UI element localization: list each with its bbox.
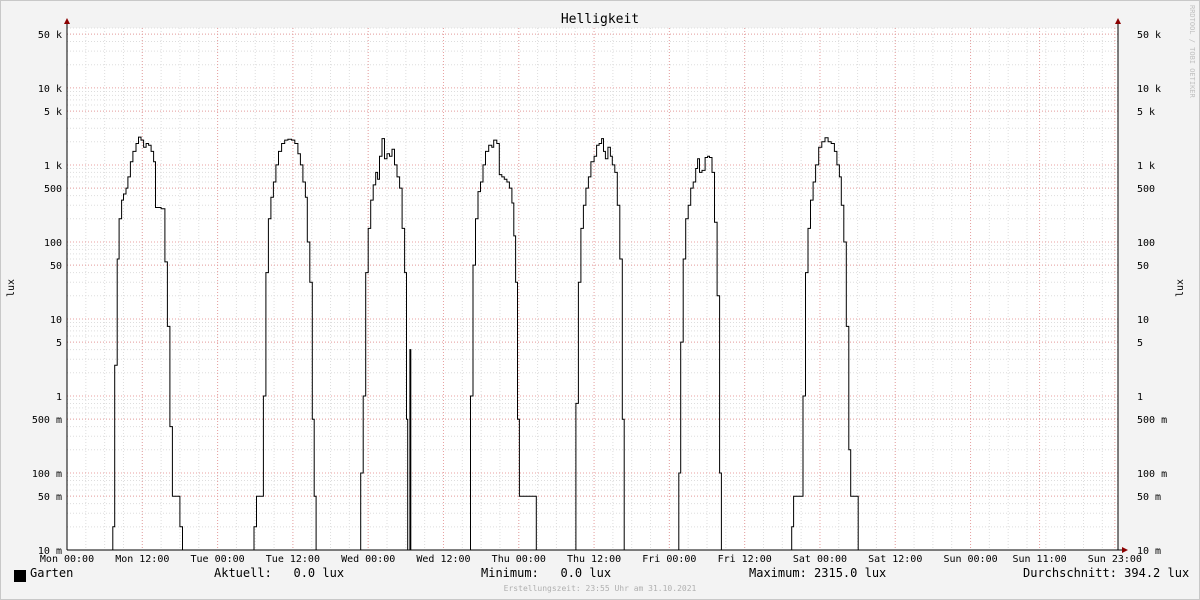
plot-area xyxy=(67,28,1118,550)
y-axis-label-left: lux xyxy=(6,279,17,297)
y-tick-label-left: 50 m xyxy=(38,492,62,503)
x-tick-label: Sat 00:00 xyxy=(793,554,847,565)
x-tick-label: Sat 12:00 xyxy=(868,554,922,565)
chart-title: Helligkeit xyxy=(561,12,639,27)
x-tick-label: Wed 00:00 xyxy=(341,554,395,565)
y-tick-label-left: 50 xyxy=(50,261,62,272)
y-tick-label-right: 5 xyxy=(1137,338,1143,349)
x-tick-label: Mon 12:00 xyxy=(115,554,169,565)
x-tick-label: Sun 00:00 xyxy=(943,554,997,565)
legend-maximum: Maximum: 2315.0 lux xyxy=(749,566,887,580)
x-tick-label: Sun 23:00 xyxy=(1088,554,1142,565)
y-tick-label-left: 5 k xyxy=(44,107,62,118)
y-tick-label-right: 500 m xyxy=(1137,415,1167,426)
legend-durchschnitt: Durchschnitt: 394.2 lux xyxy=(1023,566,1190,580)
x-tick-label: Tue 12:00 xyxy=(266,554,320,565)
y-axis-arrow-left xyxy=(64,18,70,24)
chart-plot: 50 k 50 k 10 k 10 k 5 k 5 k 1 k 1 k 500 500 100 100… xyxy=(6,12,1186,565)
y-tick-label-right: 10 xyxy=(1137,315,1149,326)
y-tick-label-left: 100 m xyxy=(32,469,62,480)
watermark: RRDTOOL / TOBI OETIKER xyxy=(1188,5,1196,98)
x-tick-label: Thu 12:00 xyxy=(567,554,621,565)
y-tick-label-left: 50 k xyxy=(38,30,62,41)
y-tick-label-right: 5 k xyxy=(1137,107,1155,118)
x-tick-label: Thu 00:00 xyxy=(492,554,546,565)
y-axis-arrow-right xyxy=(1115,18,1121,24)
x-tick-label: Fri 00:00 xyxy=(642,554,696,565)
x-tick-label: Fri 12:00 xyxy=(718,554,772,565)
y-tick-label-left: 100 xyxy=(44,238,62,249)
footer-timestamp: Erstellungszeit: 23:55 Uhr am 31.10.2021 xyxy=(503,584,697,593)
y-tick-label-right: 10 k xyxy=(1137,84,1161,95)
legend-aktuell: Aktuell: 0.0 lux xyxy=(214,566,345,580)
y-axis-label-right: lux xyxy=(1175,279,1186,297)
y-tick-label-left: 1 xyxy=(56,392,62,403)
x-axis-arrow xyxy=(1122,547,1128,553)
y-tick-label-right: 100 m xyxy=(1137,469,1167,480)
y-tick-label-left: 1 k xyxy=(44,161,62,172)
y-tick-label-right: 100 xyxy=(1137,238,1155,249)
x-tick-label: Tue 00:00 xyxy=(190,554,244,565)
x-tick-label: Wed 12:00 xyxy=(416,554,470,565)
y-tick-label-right: 1 xyxy=(1137,392,1143,403)
x-tick-label: Mon 00:00 xyxy=(40,554,94,565)
y-tick-label-left: 10 k xyxy=(38,84,62,95)
y-tick-label-right: 50 m xyxy=(1137,492,1161,503)
y-tick-label-right: 500 xyxy=(1137,184,1155,195)
legend-minimum: Minimum: 0.0 lux xyxy=(481,566,612,580)
y-tick-label-left: 500 m xyxy=(32,415,62,426)
y-tick-label-right: 50 k xyxy=(1137,30,1161,41)
y-tick-label-right: 1 k xyxy=(1137,161,1155,172)
legend-swatch xyxy=(14,570,26,582)
y-tick-label-left: 10 xyxy=(50,315,62,326)
y-tick-label-left: 500 xyxy=(44,184,62,195)
x-tick-label: Sun 11:00 xyxy=(1012,554,1066,565)
legend-series-label: Garten xyxy=(30,566,74,580)
y-tick-label-left: 5 xyxy=(56,338,62,349)
y-tick-label-right: 50 xyxy=(1137,261,1149,272)
